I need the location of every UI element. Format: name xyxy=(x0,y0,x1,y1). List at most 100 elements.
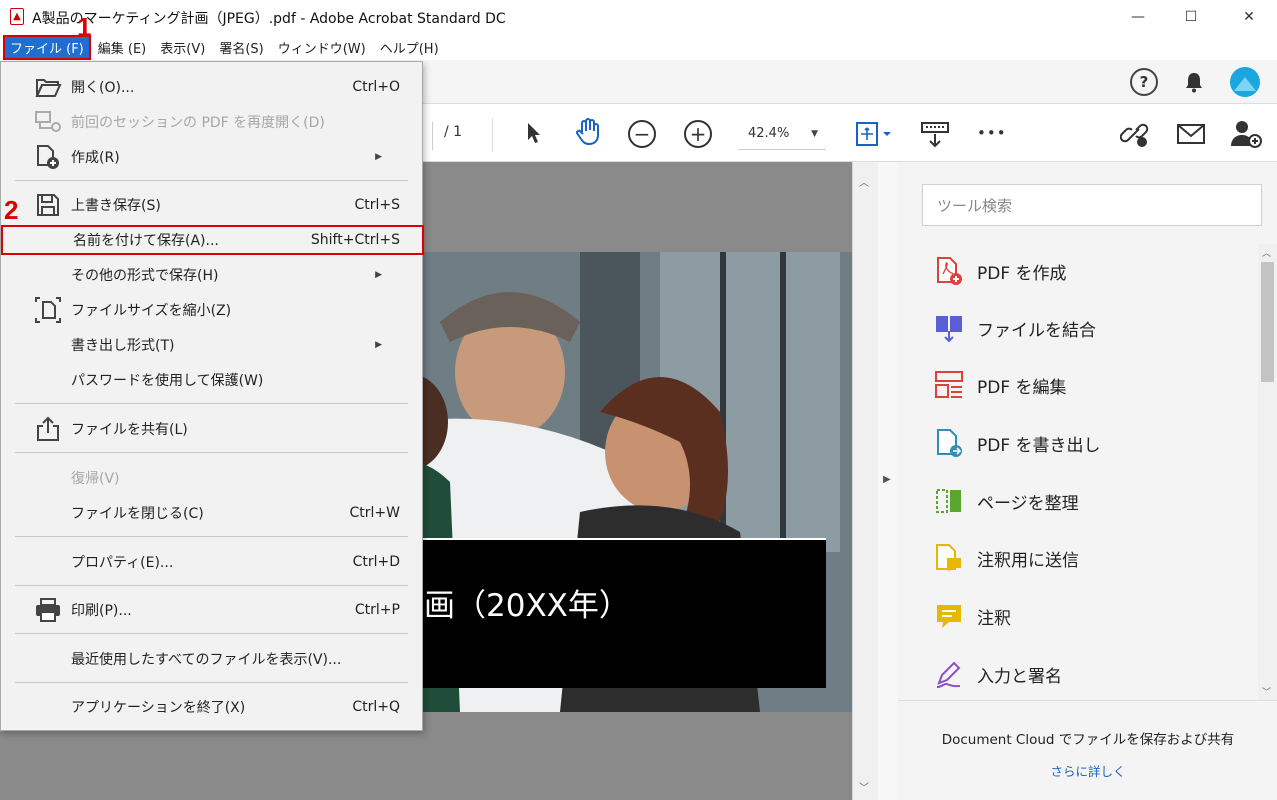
menu-item-recent-files[interactable]: 最近使用したすべてのファイルを表示(V)... xyxy=(1,643,422,675)
menu-item-save-as[interactable]: 名前を付けて保存(A)... Shift+Ctrl+S xyxy=(1,225,424,255)
avatar[interactable] xyxy=(1230,67,1260,97)
document-cloud-text: Document Cloud でファイルを保存および共有 xyxy=(941,732,1235,748)
menu-bar: ファイル (F) 編集 (E) 表示(V) 署名(S) ウィンドウ(W) ヘルプ… xyxy=(0,34,1277,60)
zoom-in-icon[interactable]: + xyxy=(684,120,712,148)
comment-icon xyxy=(933,600,965,632)
menu-item-label: その他の形式で保存(H) xyxy=(71,268,219,284)
menu-item-label: 開く(O)... xyxy=(71,80,135,96)
reduce-size-icon xyxy=(33,296,63,324)
chevron-up-icon[interactable]: ︿ xyxy=(859,174,869,189)
menu-window[interactable]: ウィンドウ(W) xyxy=(272,36,372,59)
right-pane-collapse-strip[interactable]: ▶ xyxy=(878,162,898,800)
menu-separator xyxy=(15,682,408,683)
minimize-button[interactable]: — xyxy=(1115,4,1161,30)
menu-item-reduce-size[interactable]: ファイルサイズを縮小(Z) xyxy=(1,294,422,326)
tool-label: 注釈用に送信 xyxy=(977,550,1079,571)
menu-item-label: 前回のセッションの PDF を再度開く(D) xyxy=(71,115,325,131)
menu-item-save-other[interactable]: その他の形式で保存(H) ▶ xyxy=(1,259,422,291)
submenu-arrow-icon: ▶ xyxy=(375,270,382,280)
scroll-mode-icon[interactable] xyxy=(918,118,952,152)
document-title: 画（20XX年） xyxy=(424,588,630,624)
tools-scrollbar-thumb[interactable] xyxy=(1261,262,1274,382)
tool-comment[interactable]: 注釈 xyxy=(933,596,1233,636)
step-marker-1: 1 xyxy=(77,12,92,42)
menu-item-close-file[interactable]: ファイルを閉じる(C) Ctrl+W xyxy=(1,497,422,529)
tool-combine-files[interactable]: ファイルを結合 xyxy=(933,308,1233,348)
maximize-button[interactable]: ☐ xyxy=(1168,4,1214,30)
submenu-arrow-icon: ▶ xyxy=(375,340,382,350)
edit-pdf-icon xyxy=(933,369,965,401)
menu-item-label: パスワードを使用して保護(W) xyxy=(71,373,264,389)
learn-more-link[interactable]: さらに詳しく xyxy=(918,761,1258,780)
chevron-up-icon[interactable]: ︿ xyxy=(1262,246,1271,259)
menu-item-shortcut: Ctrl+D xyxy=(352,554,400,570)
zoom-out-icon[interactable]: − xyxy=(628,120,656,148)
printer-icon xyxy=(33,596,63,624)
menu-item-shortcut: Shift+Ctrl+S xyxy=(310,232,400,248)
menu-item-open[interactable]: 開く(O)... Ctrl+O xyxy=(1,71,422,103)
tool-search-input[interactable]: ツール検索 xyxy=(922,184,1262,226)
email-icon[interactable] xyxy=(1174,120,1208,148)
menu-item-share[interactable]: ファイルを共有(L) xyxy=(1,413,422,445)
page-fit-icon[interactable] xyxy=(852,118,896,150)
step-marker-2: 2 xyxy=(4,195,19,225)
menu-item-shortcut: Ctrl+S xyxy=(354,197,400,213)
zoom-select[interactable]: 42.4% ▼ xyxy=(738,118,826,150)
tool-organize-pages[interactable]: ページを整理 xyxy=(933,481,1233,521)
menu-item-reopen-session: 前回のセッションの PDF を再度開く(D) xyxy=(1,106,422,138)
open-folder-icon xyxy=(33,73,63,101)
window-title: A製品のマーケティング計画（JPEG）.pdf - Adobe Acrobat … xyxy=(32,11,506,27)
organize-pages-icon xyxy=(933,485,965,517)
create-pdf-icon xyxy=(33,143,63,171)
menu-item-label: 書き出し形式(T) xyxy=(71,338,175,354)
save-disk-icon xyxy=(33,191,63,219)
notification-bell-icon[interactable] xyxy=(1180,68,1208,96)
share-icon xyxy=(33,415,63,443)
menu-item-save[interactable]: 上書き保存(S) Ctrl+S xyxy=(1,189,422,221)
menu-view[interactable]: 表示(V) xyxy=(154,36,211,59)
help-icon[interactable]: ? xyxy=(1130,68,1158,96)
more-tools-button[interactable]: ••• xyxy=(977,124,1007,142)
chevron-down-icon[interactable]: ﹀ xyxy=(859,779,869,794)
tool-label: 注釈 xyxy=(977,608,1011,629)
menu-separator xyxy=(15,180,408,181)
close-button[interactable]: ✕ xyxy=(1226,4,1272,30)
tool-fill-sign[interactable]: 入力と署名 xyxy=(933,654,1233,694)
chevron-down-icon: ▼ xyxy=(811,128,818,139)
tool-label: PDF を編集 xyxy=(977,377,1067,398)
tool-label: ページを整理 xyxy=(977,493,1079,514)
chevron-down-icon[interactable]: ﹀ xyxy=(1262,685,1271,698)
tool-label: ファイルを結合 xyxy=(977,320,1096,341)
menu-edit[interactable]: 編集 (E) xyxy=(92,36,153,59)
share-link-icon[interactable] xyxy=(1118,118,1152,150)
tool-label: PDF を作成 xyxy=(977,263,1067,284)
menu-item-shortcut: Ctrl+P xyxy=(354,602,400,618)
combine-files-icon xyxy=(933,312,965,344)
menu-separator xyxy=(15,536,408,537)
chevron-right-icon[interactable]: ▶ xyxy=(883,474,891,485)
send-for-comments-icon xyxy=(933,542,965,574)
tool-export-pdf[interactable]: PDF を書き出し xyxy=(933,423,1233,463)
document-scrollbar[interactable]: ︿ ﹀ xyxy=(852,162,878,800)
tool-label: PDF を書き出し xyxy=(977,435,1101,456)
menu-item-shortcut: Ctrl+Q xyxy=(352,699,400,715)
menu-item-protect-password[interactable]: パスワードを使用して保護(W) xyxy=(1,364,422,396)
menu-separator xyxy=(15,452,408,453)
hand-tool-icon[interactable] xyxy=(572,116,604,148)
menu-item-revert: 復帰(V) xyxy=(1,462,422,494)
tool-send-for-comments[interactable]: 注釈用に送信 xyxy=(933,538,1233,578)
menu-item-print[interactable]: 印刷(P)... Ctrl+P xyxy=(1,594,422,626)
tool-create-pdf[interactable]: PDF を作成 xyxy=(933,251,1233,291)
menu-item-properties[interactable]: プロパティ(E)... Ctrl+D xyxy=(1,546,422,578)
menu-separator xyxy=(15,633,408,634)
menu-item-shortcut: Ctrl+O xyxy=(352,79,400,95)
menu-help[interactable]: ヘルプ(H) xyxy=(374,36,445,59)
select-arrow-icon[interactable] xyxy=(520,118,548,148)
menu-item-export-format[interactable]: 書き出し形式(T) ▶ xyxy=(1,329,422,361)
menu-item-exit[interactable]: アプリケーションを終了(X) Ctrl+Q xyxy=(1,691,422,723)
menu-sign[interactable]: 署名(S) xyxy=(213,36,269,59)
tool-edit-pdf[interactable]: PDF を編集 xyxy=(933,365,1233,405)
menu-item-create[interactable]: 作成(R) ▶ xyxy=(1,141,422,173)
zoom-value: 42.4% xyxy=(748,126,790,141)
add-user-icon[interactable] xyxy=(1228,118,1264,150)
